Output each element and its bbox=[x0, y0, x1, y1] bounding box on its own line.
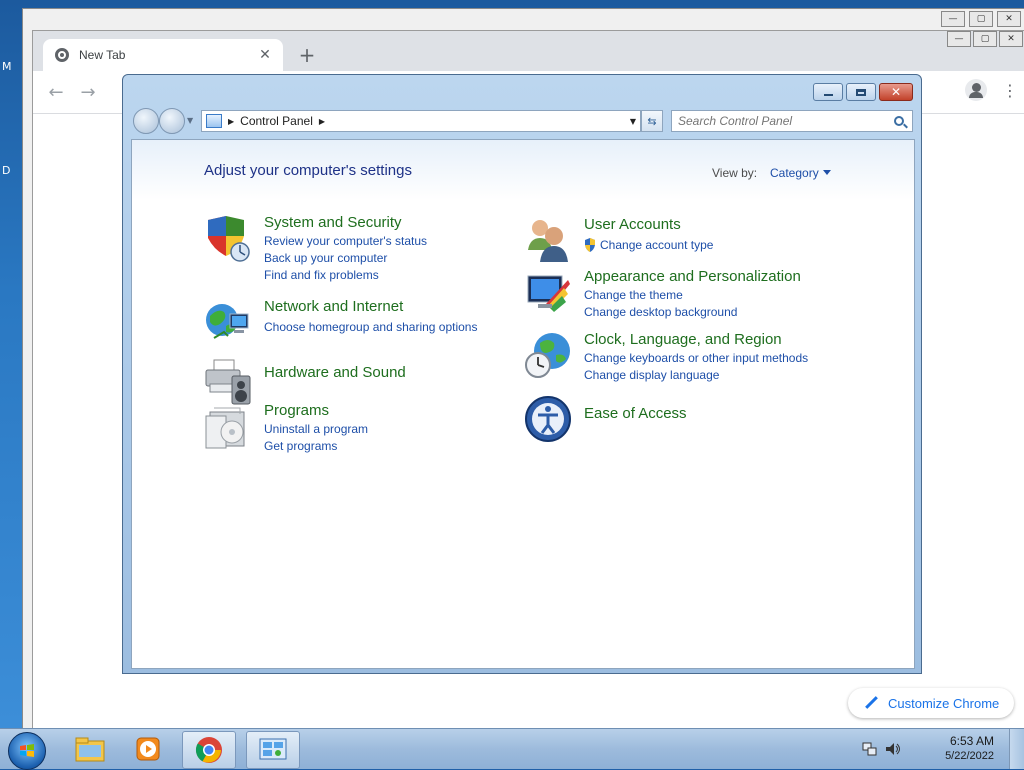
windows-logo-icon bbox=[20, 744, 34, 757]
view-by-label: View by: bbox=[712, 166, 758, 180]
category-title[interactable]: Hardware and Sound bbox=[264, 364, 406, 381]
chevron-down-icon[interactable] bbox=[823, 170, 831, 175]
close-button[interactable]: ✕ bbox=[879, 83, 913, 101]
breadcrumb-arrow-icon[interactable]: ▶ bbox=[319, 117, 325, 126]
minimize-button[interactable] bbox=[813, 83, 843, 101]
address-bar[interactable]: ▶ Control Panel ▶ ▼ bbox=[201, 110, 641, 132]
control-panel-content: Adjust your computer's settings View by:… bbox=[131, 139, 915, 669]
maximize-icon bbox=[856, 88, 866, 96]
control-panel-window-controls: ✕ bbox=[813, 83, 913, 101]
forward-button[interactable] bbox=[159, 108, 185, 134]
category-title[interactable]: Clock, Language, and Region bbox=[584, 331, 782, 348]
uac-shield-icon bbox=[585, 238, 595, 252]
network-status-icon[interactable] bbox=[862, 741, 878, 757]
pencil-icon bbox=[864, 696, 878, 710]
category-link[interactable]: Change desktop background bbox=[584, 305, 737, 319]
category-link[interactable]: Change keyboards or other input methods bbox=[584, 351, 808, 365]
background-window-controls: — ▢ ✕ bbox=[941, 11, 1021, 27]
customize-chrome-button[interactable]: Customize Chrome bbox=[848, 688, 1014, 718]
network-icon[interactable] bbox=[204, 298, 252, 346]
clock-date[interactable]: 5/22/2022 bbox=[945, 750, 994, 762]
category-title[interactable]: Network and Internet bbox=[264, 298, 403, 315]
taskbar-chrome[interactable] bbox=[182, 731, 236, 769]
ease-of-access-icon[interactable] bbox=[524, 395, 572, 443]
media-player-icon bbox=[136, 737, 160, 761]
close-button[interactable]: ✕ bbox=[997, 11, 1021, 27]
taskbar-file-explorer[interactable] bbox=[64, 731, 116, 767]
category-link[interactable]: Review your computer's status bbox=[264, 234, 427, 248]
recent-pages-chevron-icon[interactable]: ▼ bbox=[187, 116, 193, 125]
chrome-icon bbox=[195, 737, 222, 763]
navigation-bar: ▼ ▶ Control Panel ▶ ▼ ⇆ bbox=[131, 107, 913, 134]
system-tray: 6:53 AM 5/22/2022 bbox=[848, 729, 998, 769]
category-title[interactable]: User Accounts bbox=[584, 216, 681, 233]
profile-avatar-icon[interactable] bbox=[965, 79, 987, 101]
appearance-icon[interactable] bbox=[524, 268, 572, 316]
back-button[interactable] bbox=[133, 108, 159, 134]
tab-new-tab[interactable]: New Tab ✕ bbox=[43, 39, 283, 71]
tab-close-icon[interactable]: ✕ bbox=[257, 47, 273, 63]
close-icon: ✕ bbox=[890, 85, 902, 99]
start-button[interactable] bbox=[8, 732, 46, 770]
maximize-button[interactable]: ▢ bbox=[973, 31, 997, 47]
chrome-menu-icon[interactable]: ⋮ bbox=[1002, 79, 1018, 101]
control-panel-icon bbox=[206, 114, 222, 128]
desktop-icon-label[interactable]: D bbox=[2, 164, 10, 177]
breadcrumb-arrow-icon[interactable]: ▶ bbox=[228, 117, 234, 126]
category-link[interactable]: Back up your computer bbox=[264, 251, 387, 265]
page-title: Adjust your computer's settings bbox=[204, 162, 412, 179]
taskbar-control-panel[interactable] bbox=[246, 731, 300, 769]
category-link[interactable]: Change the theme bbox=[584, 288, 683, 302]
back-arrow-icon[interactable]: ← bbox=[45, 81, 67, 103]
clock-time[interactable]: 6:53 AM bbox=[950, 734, 994, 748]
category-title[interactable]: Appearance and Personalization bbox=[584, 268, 801, 285]
chrome-tab-strip: New Tab ✕ + — ▢ ✕ bbox=[33, 31, 1024, 71]
desktop-icon-label[interactable]: M bbox=[2, 60, 12, 73]
breadcrumb-control-panel[interactable]: Control Panel bbox=[240, 114, 313, 128]
maximize-button[interactable]: ▢ bbox=[969, 11, 993, 27]
category-link[interactable]: Choose homegroup and sharing options bbox=[264, 320, 477, 334]
users-icon[interactable] bbox=[524, 216, 572, 264]
programs-icon[interactable] bbox=[204, 402, 252, 450]
show-desktop-button[interactable] bbox=[1009, 729, 1024, 769]
forward-arrow-icon[interactable]: → bbox=[77, 81, 99, 103]
category-link[interactable]: Uninstall a program bbox=[264, 422, 368, 436]
volume-icon[interactable] bbox=[884, 741, 902, 757]
shield-icon[interactable] bbox=[204, 214, 252, 262]
view-by-dropdown[interactable]: Category bbox=[770, 166, 819, 180]
control-panel-window: ✕ ▼ ▶ Control Panel ▶ ▼ ⇆ Adjust your co… bbox=[122, 74, 922, 674]
minimize-icon bbox=[823, 94, 833, 96]
taskbar-media-player[interactable] bbox=[122, 731, 174, 767]
minimize-button[interactable]: — bbox=[941, 11, 965, 27]
taskbar: 6:53 AM 5/22/2022 bbox=[0, 728, 1024, 770]
search-input[interactable] bbox=[672, 113, 894, 129]
category-title[interactable]: Programs bbox=[264, 402, 329, 419]
search-box[interactable] bbox=[671, 110, 913, 132]
chrome-window-controls: — ▢ ✕ bbox=[947, 31, 1023, 47]
close-button[interactable]: ✕ bbox=[999, 31, 1023, 47]
tab-title: New Tab bbox=[79, 48, 126, 62]
category-link[interactable]: Get programs bbox=[264, 439, 337, 453]
minimize-button[interactable]: — bbox=[947, 31, 971, 47]
category-title[interactable]: System and Security bbox=[264, 214, 402, 231]
refresh-icon: ⇆ bbox=[647, 114, 657, 128]
customize-chrome-label: Customize Chrome bbox=[888, 695, 1000, 711]
category-title[interactable]: Ease of Access bbox=[584, 405, 687, 422]
category-link[interactable]: Find and fix problems bbox=[264, 268, 379, 282]
refresh-button[interactable]: ⇆ bbox=[641, 110, 663, 132]
printer-icon[interactable] bbox=[204, 358, 252, 406]
category-link[interactable]: Change display language bbox=[584, 368, 719, 382]
search-icon[interactable] bbox=[894, 116, 904, 126]
new-tab-button[interactable]: + bbox=[295, 43, 319, 67]
category-link[interactable]: Change account type bbox=[600, 238, 713, 252]
chrome-favicon-icon bbox=[55, 48, 69, 62]
file-explorer-icon bbox=[75, 737, 105, 762]
address-dropdown-icon[interactable]: ▼ bbox=[630, 117, 636, 126]
clock-globe-icon[interactable] bbox=[524, 331, 572, 379]
control-panel-icon bbox=[259, 738, 287, 760]
maximize-button[interactable] bbox=[846, 83, 876, 101]
